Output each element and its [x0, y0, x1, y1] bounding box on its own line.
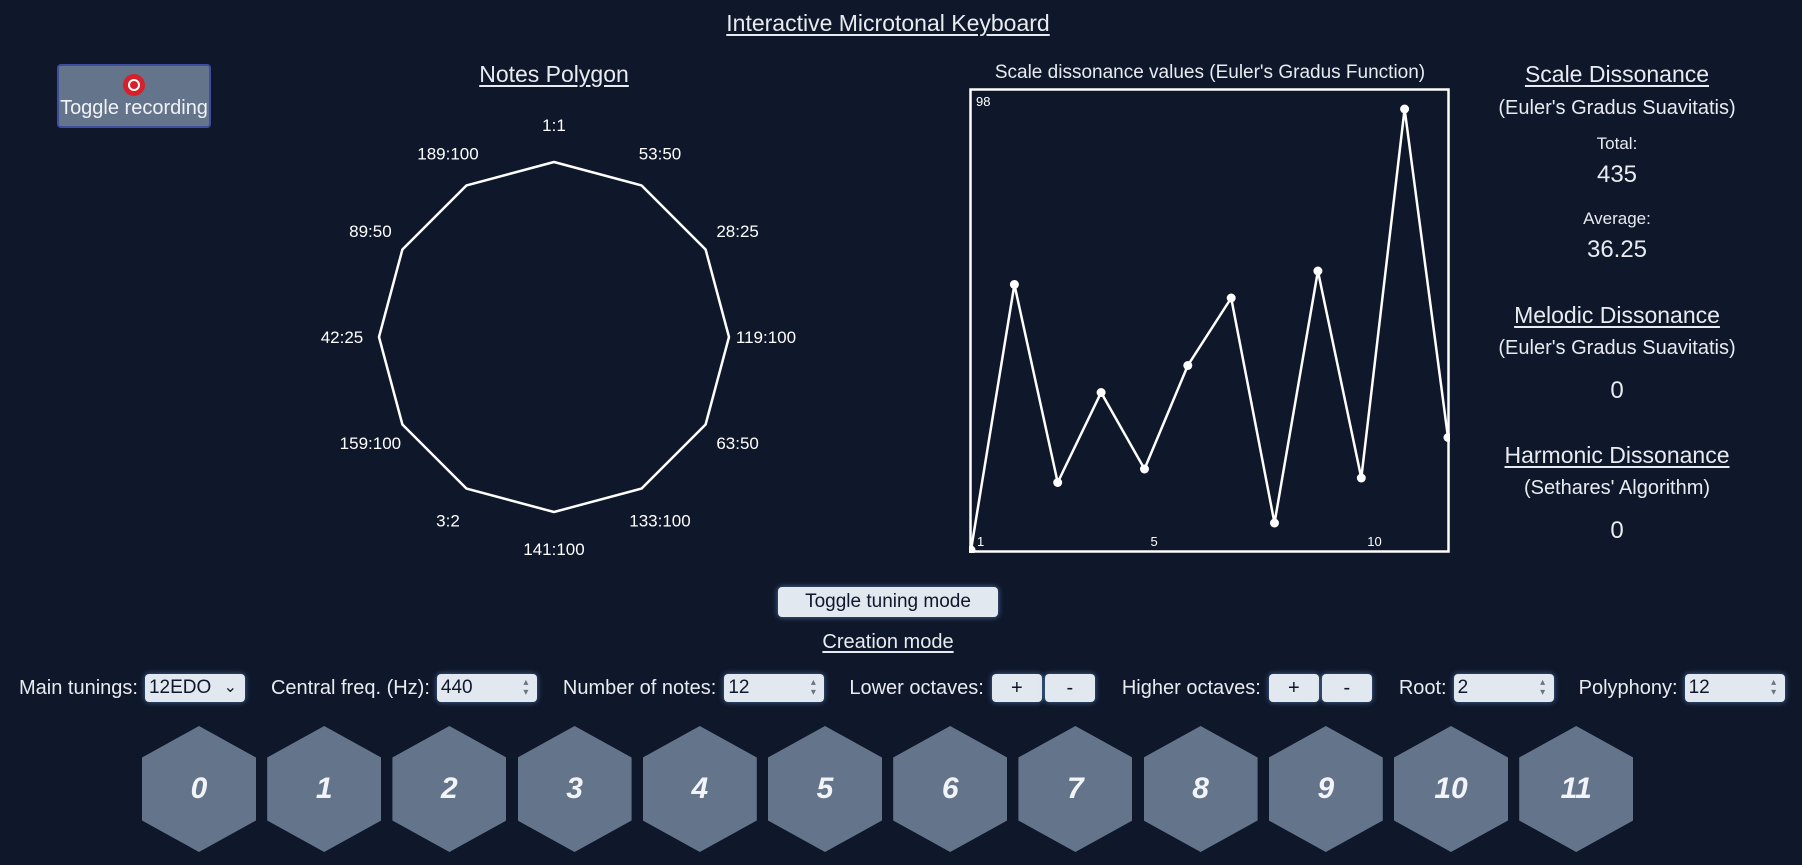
toggle-recording-button[interactable]: Toggle recording [57, 64, 211, 128]
data-point [1053, 478, 1063, 487]
dissonance-chart: 98 1 5 10 [969, 88, 1450, 553]
mode-label: Creation mode [822, 631, 954, 653]
central-freq-label: Central freq. (Hz): [270, 676, 430, 699]
melodic-dissonance-subheading: (Euler's Gradus Suavitatis) [1498, 337, 1736, 359]
chart-title: Scale dissonance values (Euler's Gradus … [994, 62, 1426, 83]
keyboard: 0 1 2 3 4 5 6 7 8 9 10 11 [142, 726, 1642, 852]
data-point [1356, 473, 1366, 483]
polyphony-value: 12 [1688, 677, 1710, 698]
lower-octaves-plus-button[interactable]: + [991, 674, 1042, 702]
data-point [1443, 433, 1450, 442]
data-point [969, 545, 976, 553]
chart-max-label: 98 [976, 94, 990, 109]
controls-row: Main tunings: 12EDO ⌄ Central freq. (Hz)… [0, 672, 1802, 704]
notes-polygon-heading: Notes Polygon [479, 61, 629, 87]
data-point [1313, 266, 1323, 276]
polygon-note-label: 1:1 [542, 116, 566, 135]
harmonic-dissonance-heading: Harmonic Dissonance [1504, 442, 1730, 468]
key-10[interactable]: 10 [1394, 726, 1508, 852]
main-tunings-select[interactable]: 12EDO ⌄ [144, 674, 245, 702]
harmonic-dissonance-value: 0 [1610, 517, 1624, 544]
number-of-notes-label: Number of notes: [562, 676, 717, 699]
data-point [1009, 280, 1019, 289]
polygon-note-label: 89:50 [349, 222, 392, 241]
chart-frame [969, 88, 1450, 553]
polygon-note-label: 141:100 [523, 540, 584, 559]
harmonic-dissonance-subheading: (Sethares' Algorithm) [1523, 477, 1711, 499]
app-title: Interactive Microtonal Keyboard [726, 10, 1050, 36]
root-label: Root: [1398, 676, 1447, 699]
spinner-icon[interactable]: ▴ ▾ [521, 678, 531, 698]
polyphony-input[interactable]: 12 ▴ ▾ [1684, 674, 1785, 702]
x-tick-label: 5 [1151, 534, 1158, 549]
polygon-note-label: 159:100 [340, 434, 401, 453]
key-2[interactable]: 2 [392, 726, 507, 852]
polygon-note-label: 63:50 [716, 434, 759, 453]
root-input[interactable]: 2 ▴ ▾ [1453, 674, 1554, 702]
data-point [1400, 104, 1410, 114]
spinner-icon[interactable]: ▴ ▾ [1769, 678, 1779, 698]
key-11[interactable]: 11 [1519, 726, 1634, 852]
key-4[interactable]: 4 [642, 726, 757, 852]
higher-octaves-label: Higher octaves: [1121, 676, 1261, 699]
key-6[interactable]: 6 [893, 726, 1008, 852]
notes-polygon: 1:1 53:50 28:25 119:100 63:50 133:100 141:100 3… [321, 116, 796, 559]
spinner-icon[interactable]: ▴ ▾ [808, 678, 818, 698]
lower-octaves-minus-button[interactable]: - [1044, 674, 1095, 702]
polygon-note-label: 3:2 [436, 512, 460, 531]
polygon-note-label: 189:100 [417, 144, 478, 163]
key-7[interactable]: 7 [1018, 726, 1133, 852]
lower-octaves-label: Lower octaves: [849, 676, 984, 699]
number-of-notes-input[interactable]: 12 ▴ ▾ [724, 674, 825, 702]
series-line [969, 108, 1450, 551]
root-value: 2 [1457, 677, 1469, 698]
polygon-shape [377, 160, 731, 514]
x-tick-label: 1 [977, 534, 984, 549]
key-3[interactable]: 3 [517, 726, 632, 852]
number-of-notes-value: 12 [728, 677, 750, 698]
higher-octaves-plus-button[interactable]: + [1268, 674, 1319, 702]
key-1[interactable]: 1 [267, 726, 382, 852]
polygon-note-label: 119:100 [736, 328, 796, 347]
central-freq-value: 440 [440, 677, 473, 698]
polygon-note-label: 53:50 [639, 144, 682, 163]
record-icon [123, 74, 145, 96]
x-tick-label: 10 [1367, 534, 1381, 549]
total-value: 435 [1596, 161, 1638, 188]
main-tunings-label: Main tunings: [19, 676, 138, 699]
key-5[interactable]: 5 [768, 726, 882, 852]
toggle-recording-label: Toggle recording [60, 97, 208, 119]
total-label: Total: [1596, 134, 1638, 153]
key-0[interactable]: 0 [142, 726, 256, 852]
polygon-note-label: 28:25 [716, 222, 759, 241]
polygon-note-label: 42:25 [321, 328, 364, 347]
scale-dissonance-subheading: (Euler's Gradus Suavitatis) [1498, 97, 1736, 119]
melodic-dissonance-value: 0 [1610, 377, 1624, 404]
data-point [1183, 361, 1193, 370]
polyphony-label: Polyphony: [1578, 676, 1678, 699]
central-freq-input[interactable]: 440 ▴ ▾ [436, 674, 537, 702]
key-8[interactable]: 8 [1143, 726, 1258, 852]
main-tunings-value: 12EDO [148, 677, 212, 698]
melodic-dissonance-heading: Melodic Dissonance [1514, 302, 1720, 328]
polygon-note-label: 133:100 [629, 512, 690, 531]
average-value: 36.25 [1586, 236, 1648, 263]
key-9[interactable]: 9 [1268, 726, 1383, 852]
average-label: Average: [1583, 209, 1651, 228]
data-point [1226, 293, 1236, 303]
data-point [1270, 518, 1279, 528]
spinner-icon[interactable]: ▴ ▾ [1538, 678, 1548, 698]
data-point [1140, 464, 1149, 474]
toggle-tuning-mode-button[interactable]: Toggle tuning mode [778, 587, 998, 617]
data-point [1096, 388, 1106, 397]
chevron-down-icon: ⌄ [223, 679, 237, 696]
higher-octaves-minus-button[interactable]: - [1321, 674, 1372, 702]
scale-dissonance-heading: Scale Dissonance [1524, 61, 1710, 87]
